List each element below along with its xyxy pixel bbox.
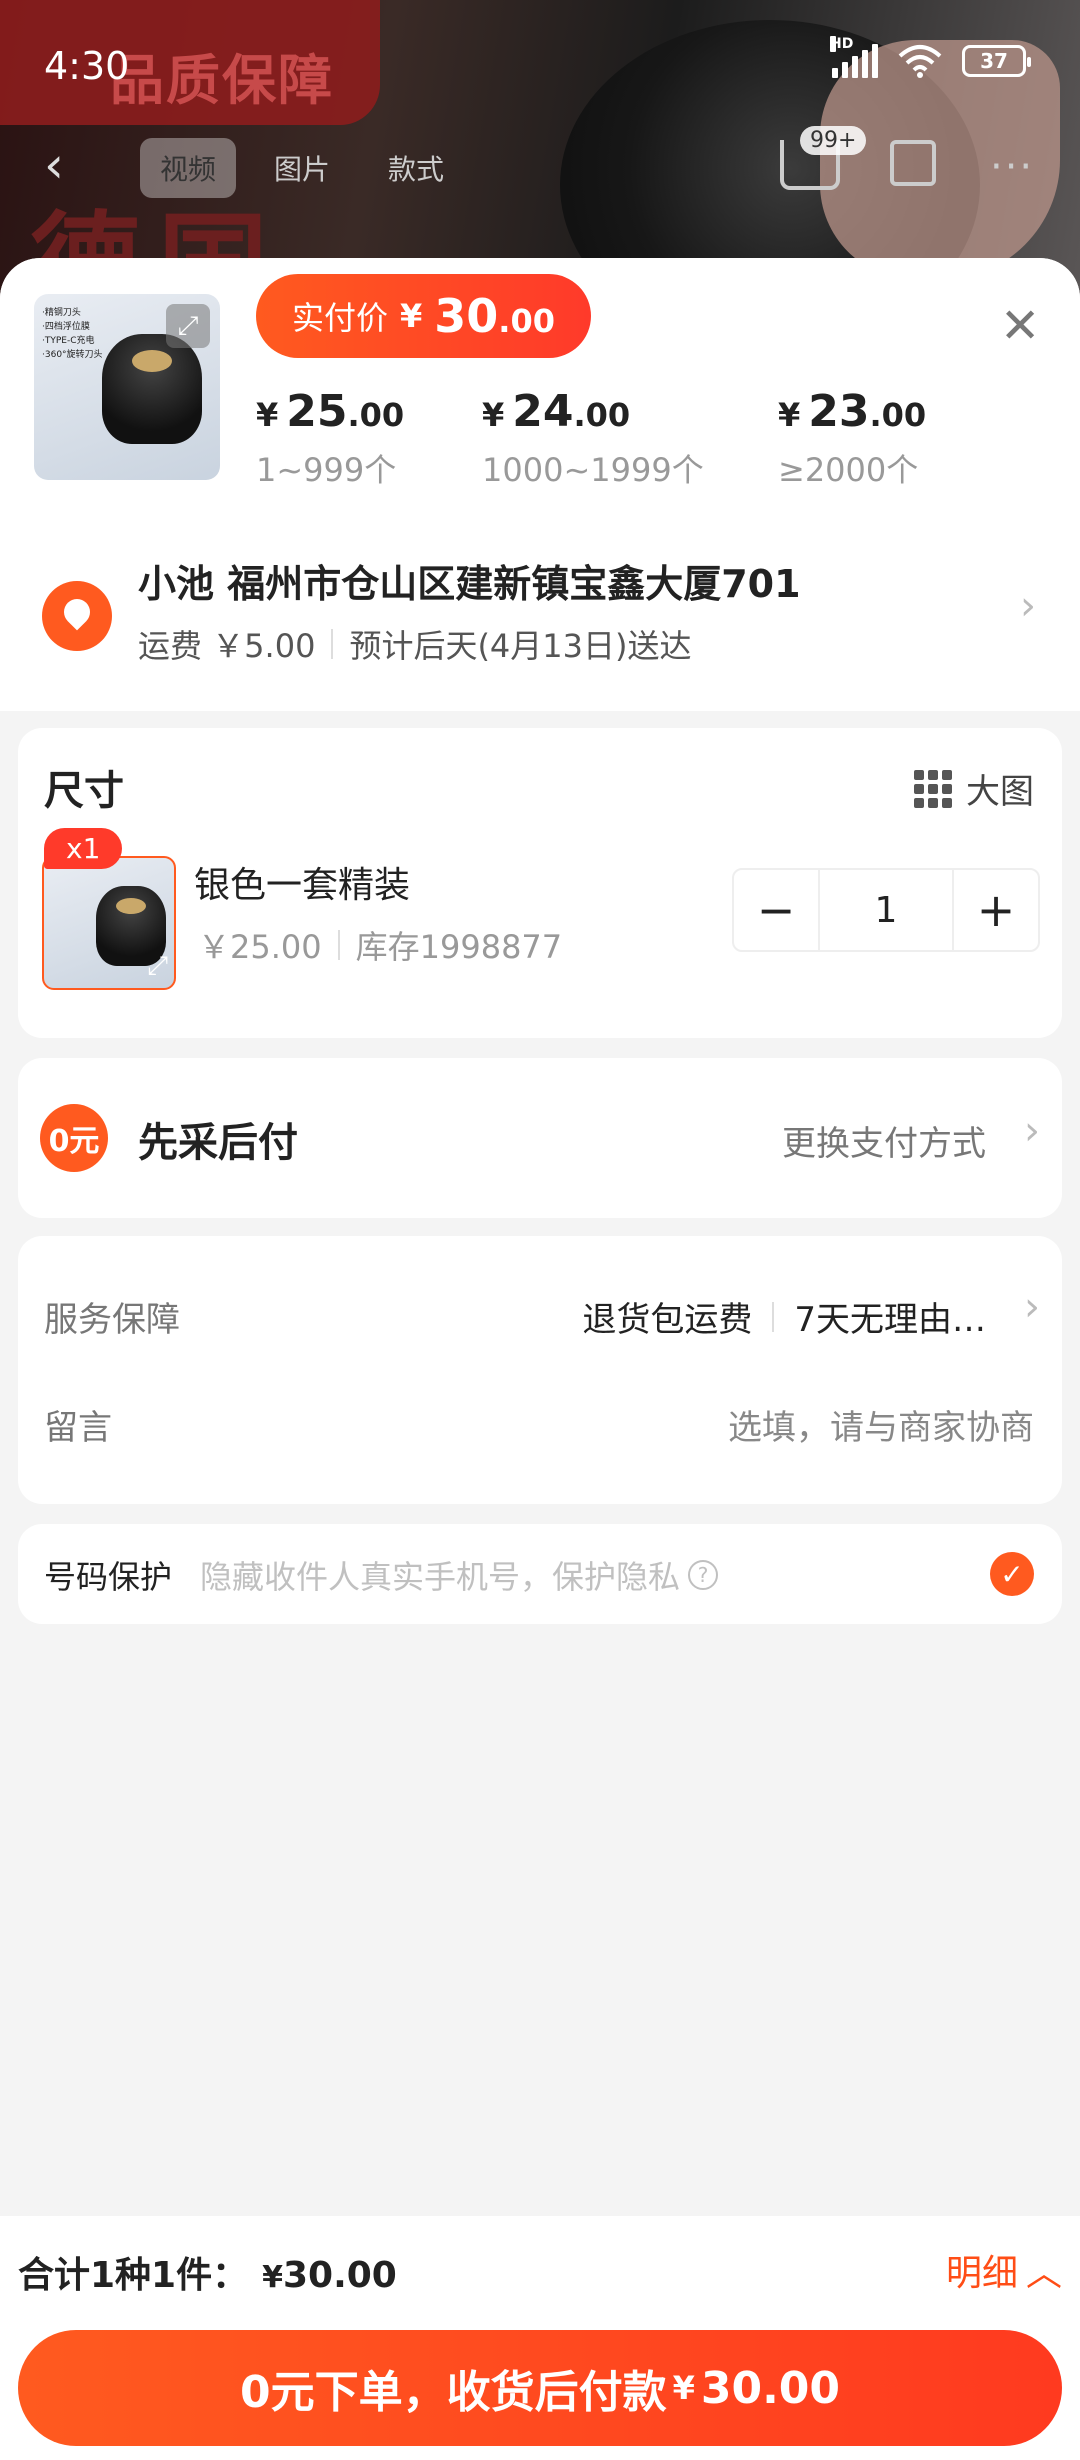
increase-button[interactable]: + <box>954 870 1038 950</box>
chevron-up-icon: ︿ <box>1025 2253 1062 2294</box>
service-return-shipping: 退货包运费 <box>582 1300 753 1340</box>
quantity-value[interactable]: 1 <box>818 870 954 950</box>
chevron-right-icon: › <box>1024 1284 1040 1330</box>
cart-badge: 99+ <box>800 126 867 155</box>
battery-level: 37 <box>980 49 1008 73</box>
more-icon[interactable]: ··· <box>990 144 1034 190</box>
expand-icon[interactable]: ⤢ <box>166 304 210 348</box>
tab-images[interactable]: 图片 <box>254 138 350 198</box>
sku-card: 尺寸 大图 ⤢ x1 银色一套精装 ￥25.00 库存1998877 − 1 + <box>18 728 1062 1038</box>
tier-quantity: ≥2000个 <box>778 451 919 489</box>
order-total: 合计1种1件： ¥30.00 <box>18 2246 397 2298</box>
sku-price: ￥25.00 <box>198 928 322 966</box>
phone-protect-checkbox[interactable]: ✓ <box>990 1552 1034 1596</box>
battery-icon: 37 <box>962 45 1031 77</box>
actual-price-label: 实付价 <box>292 299 389 337</box>
price-tier: ¥23.00 ≥2000个 <box>778 386 927 489</box>
divider <box>772 1301 775 1332</box>
actual-price-decimal: .00 <box>498 302 555 340</box>
signal-icon: HD <box>830 36 878 78</box>
submit-order-button[interactable]: 0元下单，收货后付款 ¥ 30.00 <box>18 2330 1062 2446</box>
actual-price-pill: 实付价 ¥ 30.00 <box>256 274 591 358</box>
hero-nav: ‹ 视频 图片 款式 99+ ··· <box>0 126 1080 200</box>
cta-label: 0元下单，收货后付款 <box>239 2367 667 2418</box>
detail-button[interactable]: 明细 ︿ <box>946 2244 1062 2296</box>
service-7day-return: 7天无理由… <box>794 1300 986 1340</box>
chevron-right-icon: › <box>1020 583 1036 629</box>
share-icon[interactable] <box>890 140 936 186</box>
close-icon[interactable]: ✕ <box>1000 298 1040 354</box>
price-tier: ¥24.00 1000~1999个 <box>482 386 704 489</box>
phone-protect-card: 号码保护 隐藏收件人真实手机号，保护隐私 ? ✓ <box>18 1524 1062 1624</box>
grid-icon <box>914 769 952 808</box>
phone-protect-label: 号码保护 <box>44 1558 173 1596</box>
order-sheet: ·精钢刀头 ·四档浮位膜 ·TYPE-C充电 ·360°旋转刀头 ⤢ 实付价 ¥… <box>0 258 1080 2460</box>
divider <box>331 629 334 659</box>
address-title: 小池 福州市仓山区建新镇宝鑫大厦701 <box>138 562 801 606</box>
sku-thumbnail[interactable]: ⤢ <box>42 856 176 990</box>
total-amount: 30.00 <box>282 2255 397 2296</box>
status-bar: 4:30 HD 37 <box>0 0 1080 130</box>
help-icon[interactable]: ? <box>688 1560 719 1590</box>
quantity-stepper: − 1 + <box>732 868 1040 952</box>
address-row[interactable]: 小池 福州市仓山区建新镇宝鑫大厦701 运费 ￥5.00 预计后天(4月13日)… <box>0 513 1080 711</box>
total-label: 合计1种1件： <box>18 2255 249 2296</box>
big-image-label: 大图 <box>966 772 1034 812</box>
delivery-eta: 预计后天(4月13日)送达 <box>349 627 692 665</box>
thumb-feature-list: ·精钢刀头 ·四档浮位膜 ·TYPE-C充电 ·360°旋转刀头 <box>42 308 103 360</box>
tab-video[interactable]: 视频 <box>140 138 237 198</box>
actual-price-currency: ¥ <box>400 297 423 335</box>
sku-meta: ￥25.00 库存1998877 <box>198 922 562 968</box>
payment-card[interactable]: 0元 先采后付 更换支付方式 › <box>18 1058 1062 1218</box>
pay-later-icon: 0元 <box>40 1104 108 1172</box>
note-input[interactable]: 选填，请与商家协商 <box>728 1400 1034 1449</box>
shipping-info: 运费 ￥5.00 预计后天(4月13日)送达 <box>138 621 692 667</box>
expand-icon[interactable]: ⤢ <box>147 951 168 982</box>
status-icons: HD 37 <box>830 36 1031 78</box>
sku-name: 银色一套精装 <box>194 865 411 906</box>
price-tier: ¥25.00 1~999个 <box>256 386 405 489</box>
product-header: ·精钢刀头 ·四档浮位膜 ·TYPE-C充电 ·360°旋转刀头 ⤢ 实付价 ¥… <box>0 258 1080 513</box>
decrease-button[interactable]: − <box>734 870 818 950</box>
service-card: 服务保障 退货包运费 7天无理由… › 留言 选填，请与商家协商 <box>18 1236 1062 1504</box>
change-payment-link[interactable]: 更换支付方式 <box>782 1116 986 1165</box>
sku-stock: 库存1998877 <box>355 928 563 966</box>
order-footer: 合计1种1件： ¥30.00 明细 ︿ 0元下单，收货后付款 ¥ 30.00 <box>0 2216 1080 2460</box>
note-label: 留言 <box>44 1408 112 1448</box>
quantity-badge: x1 <box>44 828 123 869</box>
service-values[interactable]: 退货包运费 7天无理由… <box>582 1292 986 1341</box>
chevron-right-icon: › <box>1024 1108 1040 1154</box>
thumb-device-image <box>102 334 202 444</box>
payment-method-label: 先采后付 <box>138 1120 298 1166</box>
tab-styles[interactable]: 款式 <box>368 138 464 198</box>
sku-section-title: 尺寸 <box>44 768 124 814</box>
hero-tabs: 视频 图片 款式 <box>140 138 464 198</box>
product-thumbnail[interactable]: ·精钢刀头 ·四档浮位膜 ·TYPE-C充电 ·360°旋转刀头 ⤢ <box>34 294 220 480</box>
tier-quantity: 1000~1999个 <box>482 451 704 489</box>
service-label: 服务保障 <box>44 1300 180 1340</box>
cta-amount: 30.00 <box>700 2362 841 2414</box>
wifi-icon <box>898 45 942 78</box>
status-time: 4:30 <box>44 44 130 88</box>
location-pin-icon <box>42 581 112 651</box>
phone-protect-hint: 隐藏收件人真实手机号，保护隐私 ? <box>200 1552 719 1598</box>
detail-label: 明细 <box>945 2253 1018 2294</box>
back-icon[interactable]: ‹ <box>44 136 64 194</box>
cta-currency: ¥ <box>672 2369 695 2407</box>
network-type: HD <box>830 36 854 52</box>
shipping-fee: 运费 ￥5.00 <box>138 627 316 665</box>
divider <box>337 930 340 960</box>
tier-quantity: 1~999个 <box>256 451 397 489</box>
total-currency: ¥ <box>262 2260 283 2295</box>
big-image-button[interactable]: 大图 <box>914 764 1034 813</box>
actual-price-integer: 30 <box>434 289 499 343</box>
